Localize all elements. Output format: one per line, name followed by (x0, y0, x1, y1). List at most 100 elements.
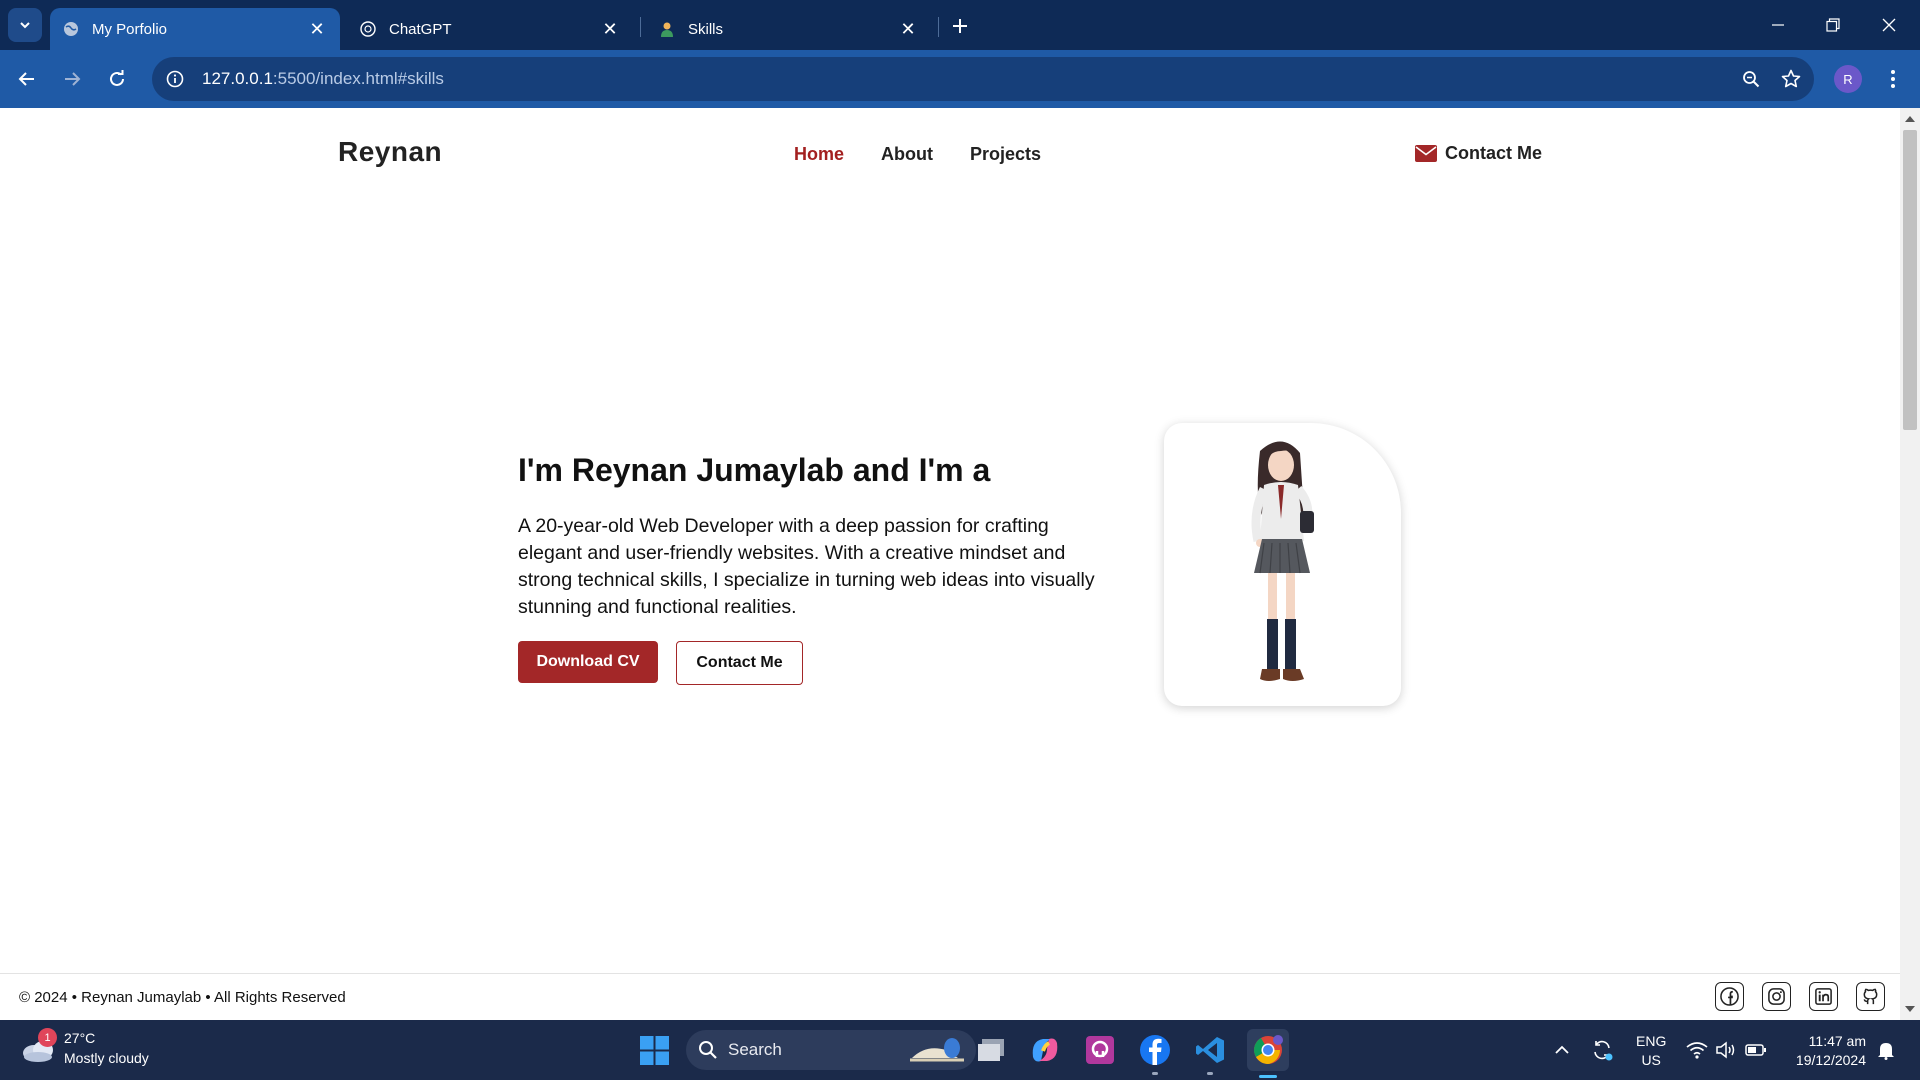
minimize-icon (1772, 24, 1784, 26)
header-contact-link[interactable]: Contact Me (1415, 143, 1542, 164)
instagram-icon (1768, 988, 1785, 1005)
minimize-button[interactable] (1751, 0, 1805, 50)
lang-region: US (1641, 1052, 1661, 1068)
instagram-link[interactable] (1762, 982, 1791, 1011)
plus-icon (953, 19, 967, 33)
url-host: 127.0.0.1 (202, 69, 273, 88)
github-link[interactable] (1856, 982, 1885, 1011)
sync-status[interactable] (1588, 1020, 1616, 1080)
copilot-icon (1032, 1038, 1058, 1062)
taskbar-app-purple[interactable] (1082, 1032, 1118, 1068)
nav-projects[interactable]: Projects (970, 144, 1041, 165)
close-icon[interactable]: ✕ (306, 18, 328, 40)
close-icon[interactable]: ✕ (897, 18, 919, 40)
main-nav: Home About Projects (794, 144, 1041, 165)
volume-status[interactable] (1713, 1020, 1739, 1080)
windows-logo-icon (640, 1036, 669, 1065)
scroll-down-arrow[interactable] (1905, 1006, 1915, 1012)
lang-code: ENG (1636, 1033, 1667, 1049)
forward-button[interactable] (55, 62, 89, 96)
tab-skills[interactable]: Skills ✕ (646, 8, 931, 50)
chatgpt-icon (359, 20, 377, 38)
hero-title: I'm Reynan Jumaylab and I'm a (518, 452, 991, 488)
site-logo[interactable]: Reynan (338, 136, 442, 168)
character-illustration (1251, 441, 1314, 681)
wifi-icon (1686, 1042, 1708, 1059)
clock-date: 19/12/2024 (1795, 1052, 1866, 1068)
taskbar-search-placeholder: Search (728, 1040, 782, 1059)
contact-me-button[interactable]: Contact Me (676, 641, 803, 685)
taskbar-chrome[interactable] (1247, 1029, 1289, 1078)
battery-icon (1745, 1044, 1766, 1056)
page-viewport: Reynan Home About Projects Contact Me I'… (0, 108, 1900, 1020)
profile-avatar[interactable]: R (1834, 65, 1862, 93)
tab-title: Skills (688, 20, 724, 38)
github-icon (1863, 988, 1878, 1005)
weather-widget[interactable]: 1 27°C Mostly cloudy (20, 1028, 149, 1068)
browser-toolbar: 127.0.0.1:5500/index.html#skills R (0, 50, 1920, 108)
restore-button[interactable] (1806, 0, 1860, 50)
browser-tabstrip: My Porfolio ✕ ChatGPT ✕ Skills ✕ (0, 0, 1920, 50)
reload-button[interactable] (100, 62, 134, 96)
tab-search-button[interactable] (8, 8, 42, 42)
url-text[interactable]: 127.0.0.1:5500/index.html#skills (202, 69, 1734, 89)
tab-separator (640, 17, 641, 37)
nav-about[interactable]: About (881, 144, 933, 165)
running-indicator (1152, 1072, 1158, 1075)
address-bar[interactable]: 127.0.0.1:5500/index.html#skills (152, 57, 1814, 101)
tab-title: ChatGPT (389, 20, 452, 38)
tab-my-porfolio[interactable]: My Porfolio ✕ (50, 8, 340, 50)
tab-chatgpt[interactable]: ChatGPT ✕ (347, 8, 633, 50)
arrow-left-icon (18, 72, 34, 86)
close-window-button[interactable] (1862, 0, 1916, 50)
social-links (1715, 982, 1885, 1011)
taskbar-facebook[interactable] (1137, 1032, 1173, 1075)
vscode-icon (1196, 1037, 1224, 1063)
back-button[interactable] (10, 62, 44, 96)
show-hidden-icons[interactable] (1548, 1020, 1576, 1080)
bell-icon (1878, 1043, 1894, 1060)
tab-separator (938, 17, 939, 37)
page-scrollbar[interactable] (1900, 108, 1920, 1020)
start-button[interactable] (640, 1036, 669, 1065)
site-header: Reynan Home About Projects Contact Me (0, 108, 1900, 198)
hero-section: I'm Reynan Jumaylab and I'm a A 20-year-… (518, 452, 1118, 685)
facebook-link[interactable] (1715, 982, 1744, 1011)
input-language[interactable]: ENG US (1636, 1032, 1666, 1070)
copyright-text: © 2024 • Reynan Jumaylab • All Rights Re… (19, 989, 346, 1006)
taskbar-vscode[interactable] (1192, 1032, 1228, 1075)
close-icon (1882, 18, 1896, 32)
new-tab-button[interactable] (946, 12, 974, 40)
weather-text: 27°C Mostly cloudy (64, 1028, 149, 1068)
profile-image-card (1164, 423, 1401, 706)
envelope-icon (1415, 145, 1437, 162)
more-vertical-icon (1891, 70, 1895, 88)
search-highlight-icon (910, 1038, 964, 1062)
task-view-icon (978, 1039, 1004, 1061)
notifications-button[interactable] (1874, 1020, 1898, 1080)
download-cv-button[interactable]: Download CV (518, 641, 658, 683)
active-indicator (1259, 1075, 1277, 1078)
scroll-up-arrow[interactable] (1905, 116, 1915, 122)
hero-buttons: Download CV Contact Me (518, 641, 1118, 685)
linkedin-link[interactable] (1809, 982, 1838, 1011)
nav-home[interactable]: Home (794, 144, 844, 165)
speaker-icon (1716, 1041, 1735, 1059)
taskbar-search[interactable]: Search (686, 1030, 976, 1070)
zoom-icon[interactable] (1734, 62, 1768, 96)
facebook-icon (1140, 1035, 1170, 1065)
clock-time: 11:47 am (1808, 1033, 1866, 1049)
facebook-icon (1720, 987, 1739, 1006)
taskbar-copilot[interactable] (1027, 1032, 1063, 1068)
scroll-thumb[interactable] (1903, 130, 1917, 430)
taskbar-file-explorer[interactable] (973, 1032, 1009, 1068)
browser-menu-button[interactable] (1878, 62, 1908, 96)
bookmark-star-icon[interactable] (1774, 62, 1808, 96)
close-icon[interactable]: ✕ (599, 18, 621, 40)
person-icon (658, 20, 676, 38)
wifi-status[interactable] (1684, 1020, 1710, 1080)
taskbar-clock[interactable]: 11:47 am 19/12/2024 (1786, 1032, 1866, 1070)
site-info-icon[interactable] (158, 62, 192, 96)
battery-status[interactable] (1743, 1020, 1769, 1080)
weather-desc: Mostly cloudy (64, 1050, 149, 1066)
